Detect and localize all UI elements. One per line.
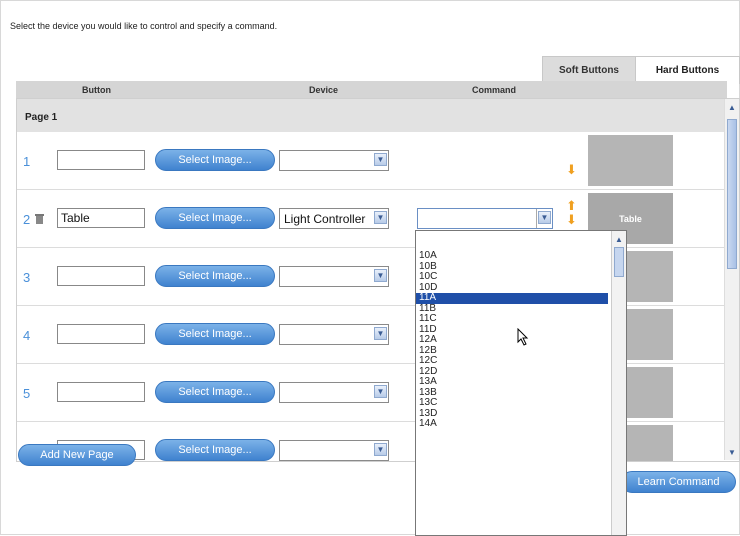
command-option[interactable]: 10D bbox=[416, 282, 608, 294]
page-title: Page 1 bbox=[25, 112, 58, 123]
move-up-icon[interactable]: ⬆ bbox=[566, 199, 578, 212]
row-number: 3 bbox=[23, 270, 31, 285]
command-select[interactable]: ▼ bbox=[417, 208, 553, 229]
chevron-down-icon[interactable]: ▼ bbox=[374, 327, 387, 340]
button-name-input[interactable] bbox=[57, 266, 145, 286]
command-select-value bbox=[418, 209, 537, 228]
command-option[interactable]: 12D bbox=[416, 366, 608, 378]
chevron-down-icon[interactable]: ▼ bbox=[374, 443, 387, 456]
button-thumbnail bbox=[588, 135, 673, 186]
chevron-down-icon[interactable]: ▼ bbox=[374, 385, 387, 398]
select-image-button[interactable]: Select Image... bbox=[155, 439, 275, 461]
scrollbar-thumb[interactable] bbox=[614, 247, 624, 277]
button-name-input[interactable] bbox=[57, 382, 145, 402]
select-image-button[interactable]: Select Image... bbox=[155, 149, 275, 171]
row-number: 5 bbox=[23, 386, 31, 401]
chevron-down-icon[interactable]: ▼ bbox=[538, 211, 551, 224]
trash-icon[interactable] bbox=[35, 213, 44, 224]
column-command: Command bbox=[472, 85, 517, 95]
command-option[interactable]: 11A bbox=[416, 292, 608, 304]
select-image-button[interactable]: Select Image... bbox=[155, 265, 275, 287]
chevron-down-icon[interactable]: ▼ bbox=[374, 211, 387, 224]
dropdown-scrollbar[interactable]: ▲ bbox=[611, 231, 626, 535]
scrollbar-thumb[interactable] bbox=[727, 119, 737, 269]
instruction-text: Select the device you would like to cont… bbox=[10, 21, 278, 31]
device-select[interactable]: ▼ bbox=[279, 266, 389, 287]
device-select[interactable]: ▼ bbox=[279, 150, 389, 171]
button-name-input[interactable] bbox=[57, 150, 145, 170]
select-image-button[interactable]: Select Image... bbox=[155, 323, 275, 345]
select-image-button[interactable]: Select Image... bbox=[155, 381, 275, 403]
button-name-input[interactable] bbox=[57, 324, 145, 344]
command-option[interactable]: 12C bbox=[416, 355, 608, 367]
tab-soft-buttons[interactable]: Soft Buttons bbox=[542, 56, 636, 84]
row-number: 4 bbox=[23, 328, 31, 343]
button-name-input[interactable]: Table bbox=[57, 208, 145, 228]
button-list-pane: Page 1 1 Select Image... ▼ ⬇ 2 Table Sel… bbox=[16, 98, 740, 462]
command-options: 10A 10B 10C 10D 11A 11B 11C 11D 12A 12B 12C 12D 13A 1… bbox=[416, 250, 608, 430]
move-down-icon[interactable]: ⬇ bbox=[566, 213, 578, 226]
device-select[interactable]: ▼ bbox=[279, 382, 389, 403]
command-option[interactable]: 12A bbox=[416, 334, 608, 346]
page-header: Page 1 bbox=[17, 99, 724, 132]
vertical-scrollbar[interactable]: ▲ ▼ bbox=[724, 99, 739, 460]
command-option[interactable]: 10C bbox=[416, 271, 608, 283]
command-dropdown-list[interactable]: 10A 10B 10C 10D 11A 11B 11C 11D 12A 12B 12C 12D 13A 1… bbox=[415, 230, 627, 536]
command-option[interactable]: 12B bbox=[416, 345, 608, 357]
scroll-down-icon[interactable]: ▼ bbox=[726, 446, 738, 458]
mouse-cursor-icon bbox=[517, 328, 529, 346]
move-down-icon[interactable]: ⬇ bbox=[566, 163, 578, 176]
column-header: Button Device Command bbox=[16, 81, 727, 98]
button-row: 1 Select Image... ▼ ⬇ bbox=[17, 132, 724, 190]
select-image-button[interactable]: Select Image... bbox=[155, 207, 275, 229]
command-option[interactable]: 14A bbox=[416, 418, 608, 430]
device-select[interactable]: ▼ bbox=[279, 324, 389, 345]
learn-command-button[interactable]: Learn Command bbox=[621, 471, 736, 493]
command-option[interactable]: 11C bbox=[416, 313, 608, 325]
column-button: Button bbox=[82, 85, 111, 95]
command-option[interactable]: 10B bbox=[416, 261, 608, 273]
command-option[interactable]: 13B bbox=[416, 387, 608, 399]
scroll-up-icon[interactable]: ▲ bbox=[726, 101, 738, 113]
command-option[interactable]: 13D bbox=[416, 408, 608, 420]
column-device: Device bbox=[309, 85, 339, 95]
scroll-up-icon[interactable]: ▲ bbox=[613, 233, 625, 245]
command-option[interactable]: 10A bbox=[416, 250, 608, 262]
row-number: 1 bbox=[23, 154, 31, 169]
device-select[interactable]: ▼ bbox=[279, 440, 389, 461]
command-option[interactable]: 13C bbox=[416, 397, 608, 409]
command-option[interactable]: 11D bbox=[416, 324, 608, 336]
chevron-down-icon[interactable]: ▼ bbox=[374, 269, 387, 282]
add-new-page-button[interactable]: Add New Page bbox=[18, 444, 136, 466]
command-option[interactable]: 13A bbox=[416, 376, 608, 388]
tab-hard-buttons[interactable]: Hard Buttons bbox=[635, 56, 740, 84]
chevron-down-icon[interactable]: ▼ bbox=[374, 153, 387, 166]
device-select[interactable]: Light Controller ▼ bbox=[279, 208, 389, 229]
command-option[interactable]: 11B bbox=[416, 303, 608, 315]
row-number: 2 bbox=[23, 212, 31, 227]
command-panel: Select the device you would like to cont… bbox=[0, 0, 740, 536]
